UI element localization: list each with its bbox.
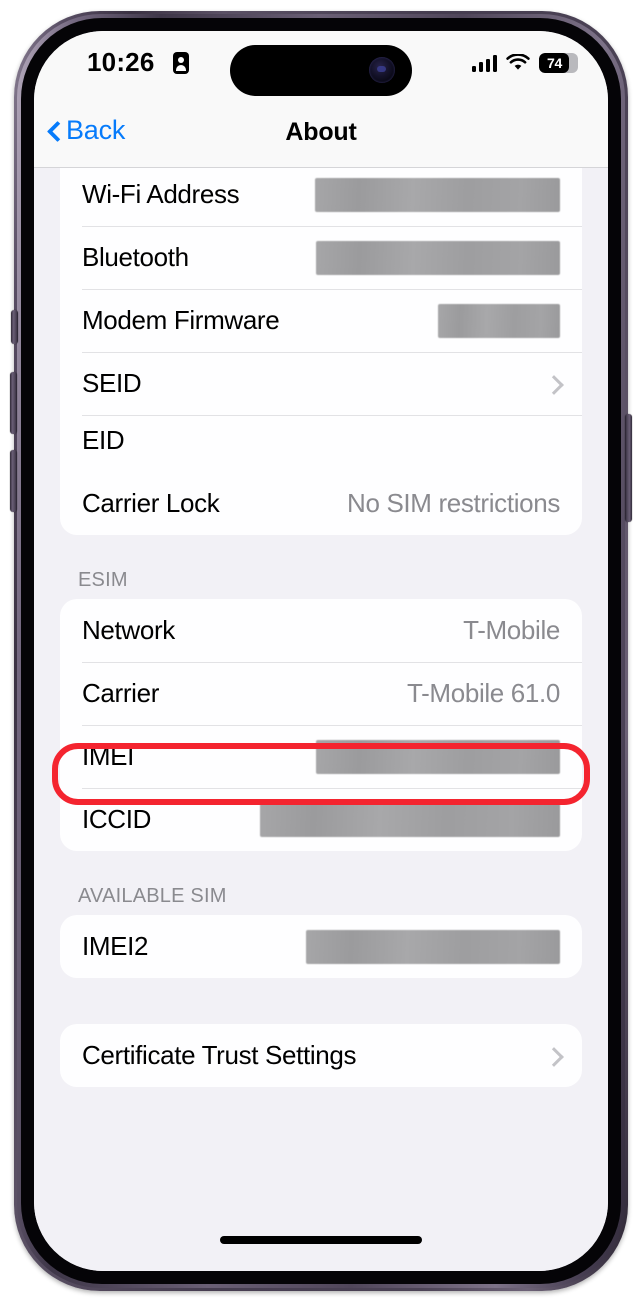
redacted-value (438, 303, 560, 338)
status-bar-indicators: 74 (471, 51, 578, 75)
volume-down-button[interactable] (10, 450, 17, 512)
chevron-right-icon (546, 372, 560, 396)
row-label: Modem Firmware (82, 305, 280, 335)
row-imei2[interactable]: IMEI2 (60, 915, 582, 978)
screenshot-stage: 10:26 74 Back About Wi-Fi Address Blueto… (0, 0, 642, 1301)
settings-scroll-view[interactable]: Wi-Fi Address Bluetooth Modem Firmware S… (34, 167, 608, 1271)
row-label: Carrier (82, 678, 159, 708)
redacted-value (306, 929, 560, 964)
row-label: Certificate Trust Settings (82, 1040, 357, 1070)
settings-group-available-sim: IMEI2 (60, 915, 582, 978)
row-seid[interactable]: SEID (60, 352, 582, 415)
settings-group-certificates: Certificate Trust Settings (60, 1024, 582, 1087)
front-camera-icon (369, 57, 395, 83)
group-header-available-sim: AVAILABLE SIM (78, 885, 227, 907)
row-label: Carrier Lock (82, 488, 220, 518)
phone-screen: 10:26 74 Back About Wi-Fi Address Blueto… (34, 31, 608, 1271)
row-value: No SIM restrictions (347, 488, 560, 518)
redacted-value (316, 739, 560, 774)
battery-percentage: 74 (547, 55, 562, 71)
home-indicator[interactable] (220, 1236, 422, 1244)
row-eid[interactable]: EID (60, 415, 582, 472)
row-label: Network (82, 615, 175, 645)
power-side-button[interactable] (625, 414, 632, 522)
chevron-right-icon (546, 1044, 560, 1068)
redacted-value (315, 177, 560, 212)
row-carrier-lock[interactable]: Carrier Lock No SIM restrictions (60, 472, 582, 535)
row-iccid[interactable]: ICCID (60, 788, 582, 851)
dynamic-island (230, 45, 412, 96)
row-label: IMEI2 (82, 931, 149, 961)
redacted-value (316, 240, 560, 275)
settings-group-esim: Network T-Mobile Carrier T-Mobile 61.0 I… (60, 599, 582, 851)
row-network[interactable]: Network T-Mobile (60, 599, 582, 662)
row-certificate-trust-settings[interactable]: Certificate Trust Settings (60, 1024, 582, 1087)
row-label: IMEI (82, 741, 135, 771)
cellular-signal-icon (471, 54, 497, 72)
row-imei[interactable]: IMEI (60, 725, 582, 788)
volume-up-button[interactable] (10, 372, 17, 434)
row-bluetooth[interactable]: Bluetooth (60, 226, 582, 289)
status-bar-clock: 10:26 (87, 47, 155, 77)
row-modem-firmware[interactable]: Modem Firmware (60, 289, 582, 352)
row-value: T-Mobile 61.0 (407, 678, 560, 708)
row-carrier[interactable]: Carrier T-Mobile 61.0 (60, 662, 582, 725)
navigation-bar: Back About (34, 101, 608, 168)
redacted-value (260, 802, 560, 837)
group-header-esim: ESIM (78, 569, 128, 591)
row-value: T-Mobile (463, 615, 560, 645)
page-title: About (285, 118, 357, 146)
row-label: ICCID (82, 804, 152, 834)
row-label: Wi-Fi Address (82, 179, 240, 209)
row-label: SEID (82, 368, 142, 398)
row-label: Bluetooth (82, 242, 189, 272)
mute-switch-button[interactable] (11, 310, 18, 344)
settings-group-device: Wi-Fi Address Bluetooth Modem Firmware S… (60, 167, 582, 535)
row-wifi-address[interactable]: Wi-Fi Address (60, 167, 582, 226)
battery-icon: 74 (539, 53, 578, 73)
row-label: EID (82, 425, 125, 455)
id-card-icon (173, 52, 189, 74)
wifi-icon (506, 53, 530, 72)
